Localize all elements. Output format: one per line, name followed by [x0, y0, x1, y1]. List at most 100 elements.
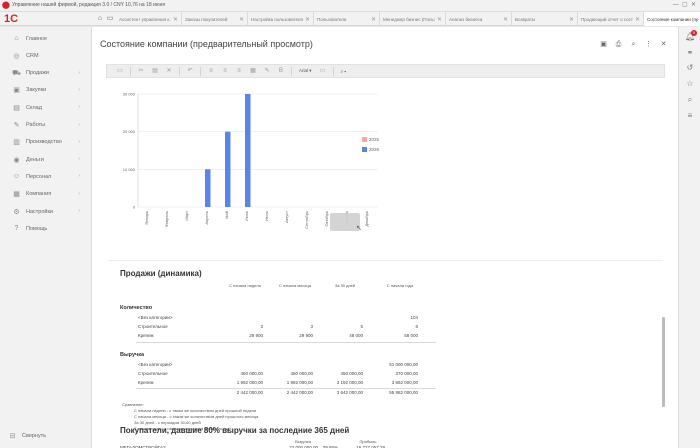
tab-close-icon[interactable]: ✕	[635, 16, 640, 23]
sidebar-item-6[interactable]: ▥ Производство ›	[0, 135, 92, 150]
tab-close-icon[interactable]: ✕	[371, 16, 376, 23]
zoom-select[interactable]: ⌕ ▾	[337, 69, 351, 74]
home-icon[interactable]: ⌂	[96, 15, 104, 23]
chevron-right-icon: ›	[78, 86, 80, 93]
notification-badge: 5	[691, 30, 697, 36]
tab-close-icon[interactable]: ✕	[503, 16, 508, 23]
sidebar-item-1[interactable]: ◎ CRM	[0, 48, 92, 63]
tab-5[interactable]: Анализ бизнеса ✕	[446, 12, 512, 26]
history-icon[interactable]: ↺	[685, 63, 695, 73]
font-size-icon[interactable]: ▭	[316, 66, 330, 76]
bar-2026-3	[205, 169, 211, 207]
tab-7[interactable]: Продающий отчет о состоя…✕	[578, 12, 644, 26]
table-row-label: Строительное	[138, 371, 168, 376]
search-icon[interactable]: ⌕	[685, 95, 695, 105]
star-icon[interactable]: ☆	[685, 79, 695, 89]
y-tick-label: 10 000	[123, 167, 136, 172]
table-row-label: Крепеж	[138, 380, 154, 385]
tab-close-icon[interactable]: ✕	[569, 16, 574, 23]
revenue-label: Выручка	[120, 352, 145, 358]
table-total-cell: 2 442 000,00	[236, 390, 263, 395]
undo-icon[interactable]: ↶	[183, 66, 197, 76]
y-tick-label: 0	[133, 205, 136, 210]
legend-swatch	[362, 147, 367, 152]
legend-label: 2026	[369, 147, 380, 152]
window-controls[interactable]: — ▢ ✕	[673, 1, 696, 8]
table-cell: 3	[260, 324, 263, 329]
tab-0[interactable]: Ассистент управления к… ✕	[116, 12, 182, 26]
align-left-icon[interactable]: ≡	[204, 66, 218, 76]
sidebar-item-4[interactable]: ▤ Склад ›	[0, 100, 92, 115]
tab-close-icon[interactable]: ✕	[437, 16, 442, 23]
x-tick-label: Сентябрь	[304, 211, 309, 229]
tab-label: Настройка пользователя…	[251, 16, 303, 22]
copy-icon[interactable]: ▭	[113, 66, 127, 76]
report-document[interactable]: 0 10 000 20 000 30 000 Январь Февраль Март Апре…	[108, 82, 663, 448]
tab-close-icon[interactable]: ✕	[305, 16, 310, 23]
sidebar-item-label: Компания	[26, 191, 52, 198]
filter-icon[interactable]: ≡	[685, 111, 695, 121]
header-actions: ▣ ⎙ ⌕ ⋮ ✕	[599, 40, 668, 49]
column-header: С начала месяца	[279, 283, 311, 288]
save-icon[interactable]: ▣	[599, 40, 608, 49]
sales-bar-chart: 0 10 000 20 000 30 000 Январь Февраль Март Апре…	[123, 92, 378, 229]
sidebar-item-9[interactable]: ▦ Компания ›	[0, 187, 92, 202]
sidebar-item-10[interactable]: ⚙ Настройки ›	[0, 204, 92, 219]
print-icon[interactable]: ⎙	[614, 40, 623, 49]
table-cell: 450 000,00	[290, 371, 313, 376]
sidebar-item-7[interactable]: ◉ Деньги ›	[0, 152, 92, 167]
chat-icon[interactable]: ▭	[106, 15, 114, 23]
chevron-right-icon: ›	[78, 138, 80, 145]
sidebar-item-2[interactable]: ⛟ Продажи ›	[0, 66, 92, 81]
more-icon[interactable]: ⋮	[644, 40, 653, 49]
search-icon[interactable]: ⌕	[629, 40, 638, 49]
scrollbar-thumb[interactable]	[662, 317, 665, 407]
tab-label: Заказы покупателей	[185, 16, 228, 22]
close-icon[interactable]: ✕	[659, 40, 668, 49]
sidebar-item-11[interactable]: ? Помощь	[0, 221, 92, 236]
align-right-icon[interactable]: ≡	[232, 66, 246, 76]
table-row-label: <Без категории>	[138, 362, 173, 367]
tab-label: Продающий отчет о состоя…	[581, 16, 633, 22]
font-select[interactable]: Arial ▾	[295, 68, 316, 74]
tab-close-icon[interactable]: ✕	[239, 16, 244, 23]
align-center-icon[interactable]: ≡	[218, 66, 232, 76]
tab-8[interactable]: Состояние компании (пр…✕	[644, 12, 700, 26]
comparison-note: За 30 дней - с периодом 30-60 дней	[134, 420, 201, 425]
delete-icon[interactable]: ✕	[162, 66, 176, 76]
tab-close-icon[interactable]: ✕	[173, 16, 178, 23]
chevron-right-icon: ›	[78, 69, 80, 76]
sidebar-item-0[interactable]: ⌂ Главное	[0, 31, 92, 46]
main-content: Состояние компании (предварительный прос…	[92, 27, 678, 448]
toolbar-divider	[291, 66, 292, 76]
tab-1[interactable]: Заказы покупателей ✕	[182, 12, 248, 26]
tab-2[interactable]: Настройка пользователя… ✕	[248, 12, 314, 26]
bold-icon[interactable]: B	[274, 66, 288, 76]
sidebar-item-label: Персонал	[26, 173, 52, 180]
money-icon: ◉	[13, 156, 20, 164]
paste-icon[interactable]: ▤	[148, 66, 162, 76]
table-cell: 48 000	[349, 333, 363, 338]
table-icon[interactable]: ▦	[246, 66, 260, 76]
chevron-right-icon: ›	[78, 190, 80, 197]
collapse-button[interactable]: ⊟ Свернуть	[8, 431, 47, 440]
x-tick-label: Июль	[264, 211, 269, 221]
link-icon[interactable]: ⚭	[685, 48, 695, 58]
sidebar-item-3[interactable]: ▣ Закупки ›	[0, 83, 92, 98]
x-tick-label: Август	[284, 211, 289, 223]
y-tick-label: 20 000	[123, 129, 136, 134]
mouse-cursor-icon: ↖	[356, 225, 362, 232]
tab-6[interactable]: Возвраты ✕	[512, 12, 578, 26]
sidebar-item-5[interactable]: ✎ Работы ›	[0, 118, 92, 133]
tab-4[interactable]: Менеджер бизнес (Польз… ✕	[380, 12, 446, 26]
sidebar-item-8[interactable]: ☺ Персонал ›	[0, 169, 92, 184]
legend-label: 2025	[369, 137, 380, 142]
table-cell: 29 900	[299, 333, 313, 338]
tab-3[interactable]: Пользователи ✕	[314, 12, 380, 26]
bar-2026-4	[225, 131, 231, 207]
cut-icon[interactable]: ✂	[134, 66, 148, 76]
sidebar: ⌂ Главное ◎ CRM ⛟ Продажи › ▣ Закупки › ▤ Склад › ✎ Ра…	[0, 27, 92, 448]
sidebar-item-label: Продажи	[26, 70, 49, 77]
column-header: Выручка	[295, 439, 311, 444]
pen-icon[interactable]: ✎	[260, 66, 274, 76]
